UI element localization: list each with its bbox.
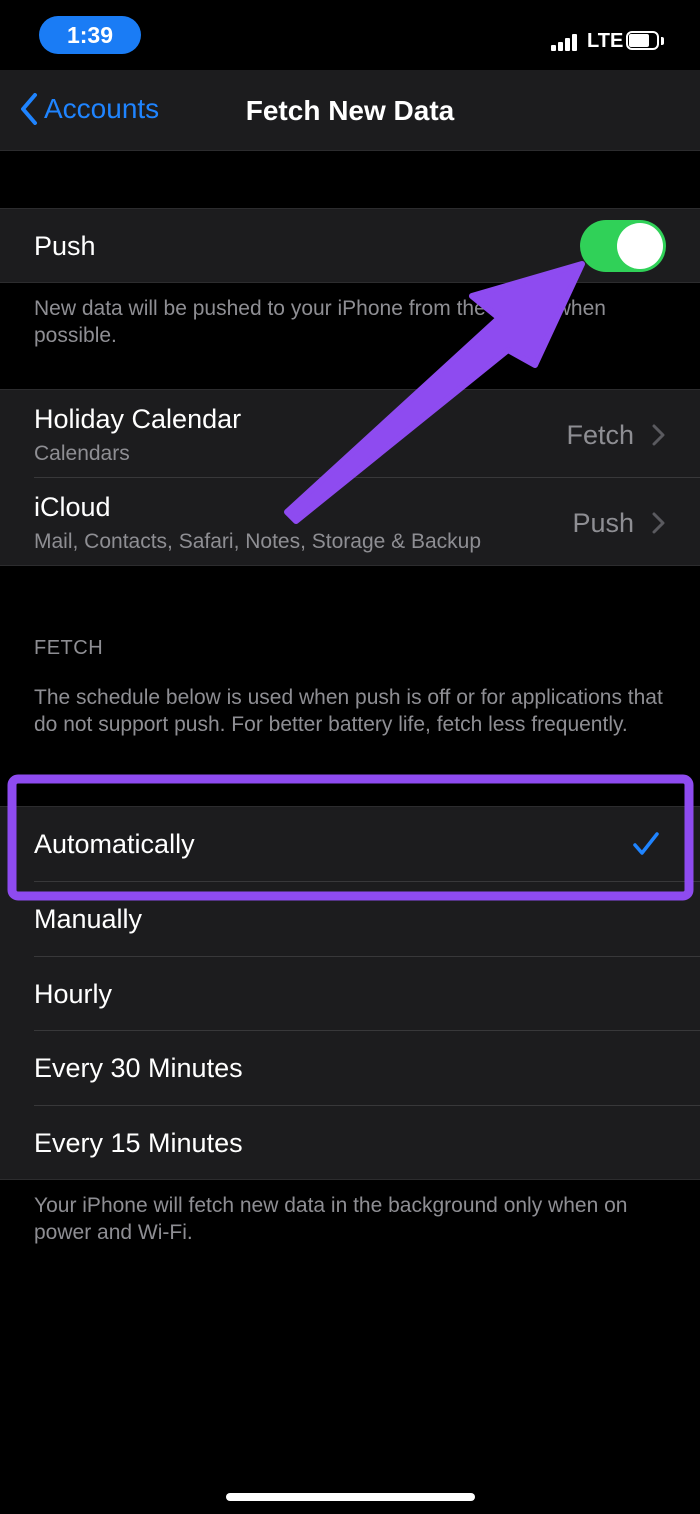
annotation-highlight-box [7,774,694,901]
annotation-arrow-icon [284,261,585,524]
home-indicator [226,1493,475,1501]
annotation-overlay [7,261,694,901]
